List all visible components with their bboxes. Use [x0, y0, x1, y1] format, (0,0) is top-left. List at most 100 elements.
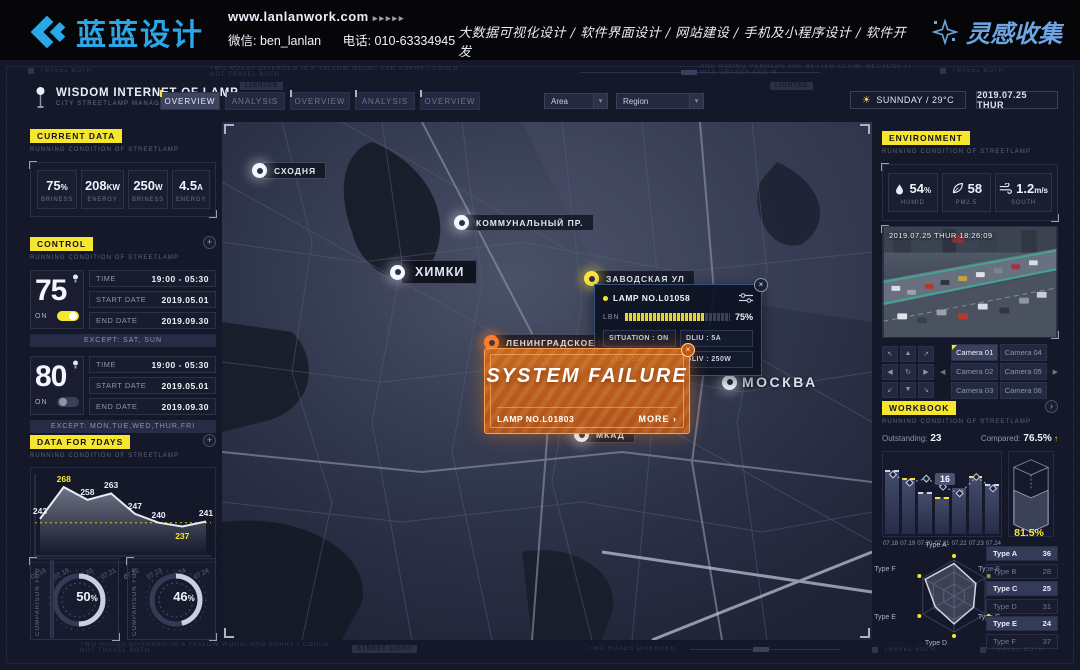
wind-icon	[999, 183, 1012, 195]
map-corner	[860, 628, 870, 638]
city-map[interactable]: СХОДНЯ КОММУНАЛЬНЫЙ ПР. ХИМКИ ЗАВОДСКАЯ …	[222, 122, 872, 640]
tab-analysis-1[interactable]: ANALYSIS	[225, 92, 285, 110]
camera-button-6[interactable]: Camera 06	[1000, 382, 1047, 399]
camera-button-1[interactable]: Camera 01	[951, 344, 998, 361]
stat-briness-pct: 75% BRINESS	[37, 170, 77, 209]
collect-link[interactable]: 灵感收集	[932, 14, 1062, 49]
add-schedule-button[interactable]: +	[203, 236, 216, 249]
decor-text: TRAVEL BOTH	[884, 647, 936, 653]
brightness-progress[interactable]: LBN 75%	[603, 312, 753, 322]
pan-up-left-icon[interactable]: ↖	[882, 346, 898, 362]
end-date-row[interactable]: END DATE2019.09.30	[89, 312, 216, 329]
decor-checkbox	[28, 68, 34, 74]
close-icon[interactable]: ×	[754, 278, 768, 292]
panel-title-badge: CONTROL	[30, 237, 93, 251]
type-row-d[interactable]: Type D31	[986, 599, 1058, 614]
pan-up-icon[interactable]: ▲	[900, 346, 916, 362]
alert-title: SYSTEM FAILURE	[485, 365, 689, 388]
pan-down-left-icon[interactable]: ↙	[882, 382, 898, 398]
type-row-c[interactable]: Type C25	[986, 581, 1058, 596]
outstanding-value: 23	[930, 433, 941, 444]
panel-environment: ENVIRONMENT RUNNING CONDITION OF STREETL…	[882, 128, 1058, 221]
droplet-icon	[894, 182, 905, 196]
schedule-toggle[interactable]	[57, 311, 79, 321]
decor-text: AND HAVING PERHAPS THE BETTER CLAIM, BEC…	[700, 64, 960, 76]
lbn-value: 75%	[735, 312, 753, 322]
more-button[interactable]: MORE ›	[639, 414, 678, 424]
stat-briness-w: 250W BRINESS	[128, 170, 168, 209]
schedule-block-2: 80 ON TIME19:00 - 05:30 START DATE2019.0…	[30, 356, 216, 415]
point-label: 258	[80, 487, 94, 497]
panel-workbook: WORKBOOK › RUNNING CONDITION OF STREETLA…	[882, 398, 1058, 547]
radar-label-a: Type A	[917, 542, 955, 549]
lamp-pin-icon[interactable]	[252, 163, 267, 178]
tab-overview-2[interactable]: OVERVIEW	[290, 92, 350, 110]
bar-tooltip: 16	[935, 473, 955, 485]
reset-icon[interactable]: ↻	[900, 364, 916, 380]
type-row-a[interactable]: Type A36	[986, 546, 1058, 561]
outstanding-label: Outstanding:	[882, 434, 927, 443]
lamp-pin-icon[interactable]	[722, 375, 737, 390]
panel-title-badge: DATA FOR 7DAYS	[30, 435, 130, 449]
weather-text: SUNNDAY / 29°C	[876, 95, 954, 105]
camera-timestamp: 2019.07.25 THUR 18:26:09	[889, 231, 993, 240]
area-select[interactable]: Area ▾	[544, 93, 608, 109]
camera-button-3[interactable]: Camera 03	[951, 382, 998, 399]
pan-down-icon[interactable]: ▼	[900, 382, 916, 398]
brightness-level-2: 80 ON	[30, 356, 84, 415]
camera-button-4[interactable]: Camera 04	[1000, 344, 1047, 361]
type-row-e[interactable]: Type E24	[986, 616, 1058, 631]
pan-up-right-icon[interactable]: ↗	[918, 346, 934, 362]
time-row[interactable]: TIME19:00 - 05:30	[89, 270, 216, 287]
tab-analysis-2[interactable]: ANALYSIS	[355, 92, 415, 110]
close-icon[interactable]: ×	[681, 343, 695, 357]
camera-prev-icon[interactable]: ◀	[940, 368, 945, 376]
sliders-icon[interactable]	[739, 293, 753, 303]
panel-subtitle: RUNNING CONDITION OF STREETLAMP	[882, 149, 1058, 155]
time-row[interactable]: TIME19:00 - 05:30	[89, 356, 216, 373]
camera-list: Camera 01 Camera 04 Camera 02 Camera 05 …	[951, 344, 1046, 399]
radar-label-f: Type F	[866, 566, 904, 573]
point-label: 243	[33, 506, 47, 516]
start-date-row[interactable]: START DATE2019.05.01	[89, 291, 216, 308]
camera-video-feed[interactable]: 2019.07.25 THUR 18:26:09	[882, 226, 1058, 338]
type-row-b[interactable]: Type B28	[986, 564, 1058, 579]
camera-button-5[interactable]: Camera 05	[1000, 363, 1047, 380]
map-label-moskva[interactable]: МОСКВА	[722, 374, 818, 390]
pan-left-icon[interactable]: ◀	[882, 364, 898, 380]
point-label: 263	[104, 480, 118, 490]
brightness-level-1: 75 ON	[30, 270, 84, 329]
camera-next-icon[interactable]: ▶	[1053, 368, 1058, 376]
decor-progress	[690, 649, 840, 650]
gauge-label: COMPARISON FOR	[35, 567, 41, 636]
decor-checkbox	[872, 647, 878, 653]
start-date-row[interactable]: START DATE2019.05.01	[89, 377, 216, 394]
expand-button[interactable]: +	[203, 434, 216, 447]
decor-badge: LIGHTED	[770, 82, 813, 90]
end-date-row[interactable]: END DATE2019.09.30	[89, 398, 216, 415]
pan-right-icon[interactable]: ▶	[918, 364, 934, 380]
decor-text: TWO ROADS DIVERGED	[588, 646, 676, 652]
workbook-stats: Outstanding:23 Compared:76.5% ↑	[882, 433, 1058, 444]
comparison-gauge-2: COMPARISON FOR 46%	[127, 558, 216, 640]
schedule-toggle[interactable]	[57, 397, 79, 407]
more-button[interactable]: ›	[1045, 400, 1058, 413]
website-link[interactable]: www.lanlanwork.com	[228, 9, 369, 24]
map-label-skhodnya[interactable]: СХОДНЯ	[252, 162, 326, 179]
map-label-text: МОСКВА	[742, 374, 818, 390]
decor-checkbox	[940, 68, 946, 74]
lamp-pin-icon[interactable]	[390, 265, 405, 280]
stat-energy-a: 4.5A ENERGY	[172, 170, 210, 209]
map-label-khimki[interactable]: ХИМКИ	[390, 260, 477, 284]
tab-overview-3[interactable]: OVERVIEW	[420, 92, 480, 110]
comparison-gauge-1: COMPARISON FOR 50%	[30, 558, 119, 640]
region-select[interactable]: Region ▾	[616, 93, 704, 109]
date-text: 2019.07.25 THUR	[977, 90, 1057, 110]
pan-down-right-icon[interactable]: ↘	[918, 382, 934, 398]
lamp-pin-icon[interactable]	[454, 215, 469, 230]
tab-overview-1[interactable]: OVERVIEW	[160, 92, 220, 110]
camera-dpad: ↖ ▲ ↗ ◀ ↻ ▶ ↙ ▼ ↘	[882, 346, 934, 398]
camera-button-2[interactable]: Camera 02	[951, 363, 998, 380]
panel-title-badge: ENVIRONMENT	[882, 131, 970, 145]
map-label-kommunalny[interactable]: КОММУНАЛЬНЫЙ ПР.	[454, 214, 594, 231]
